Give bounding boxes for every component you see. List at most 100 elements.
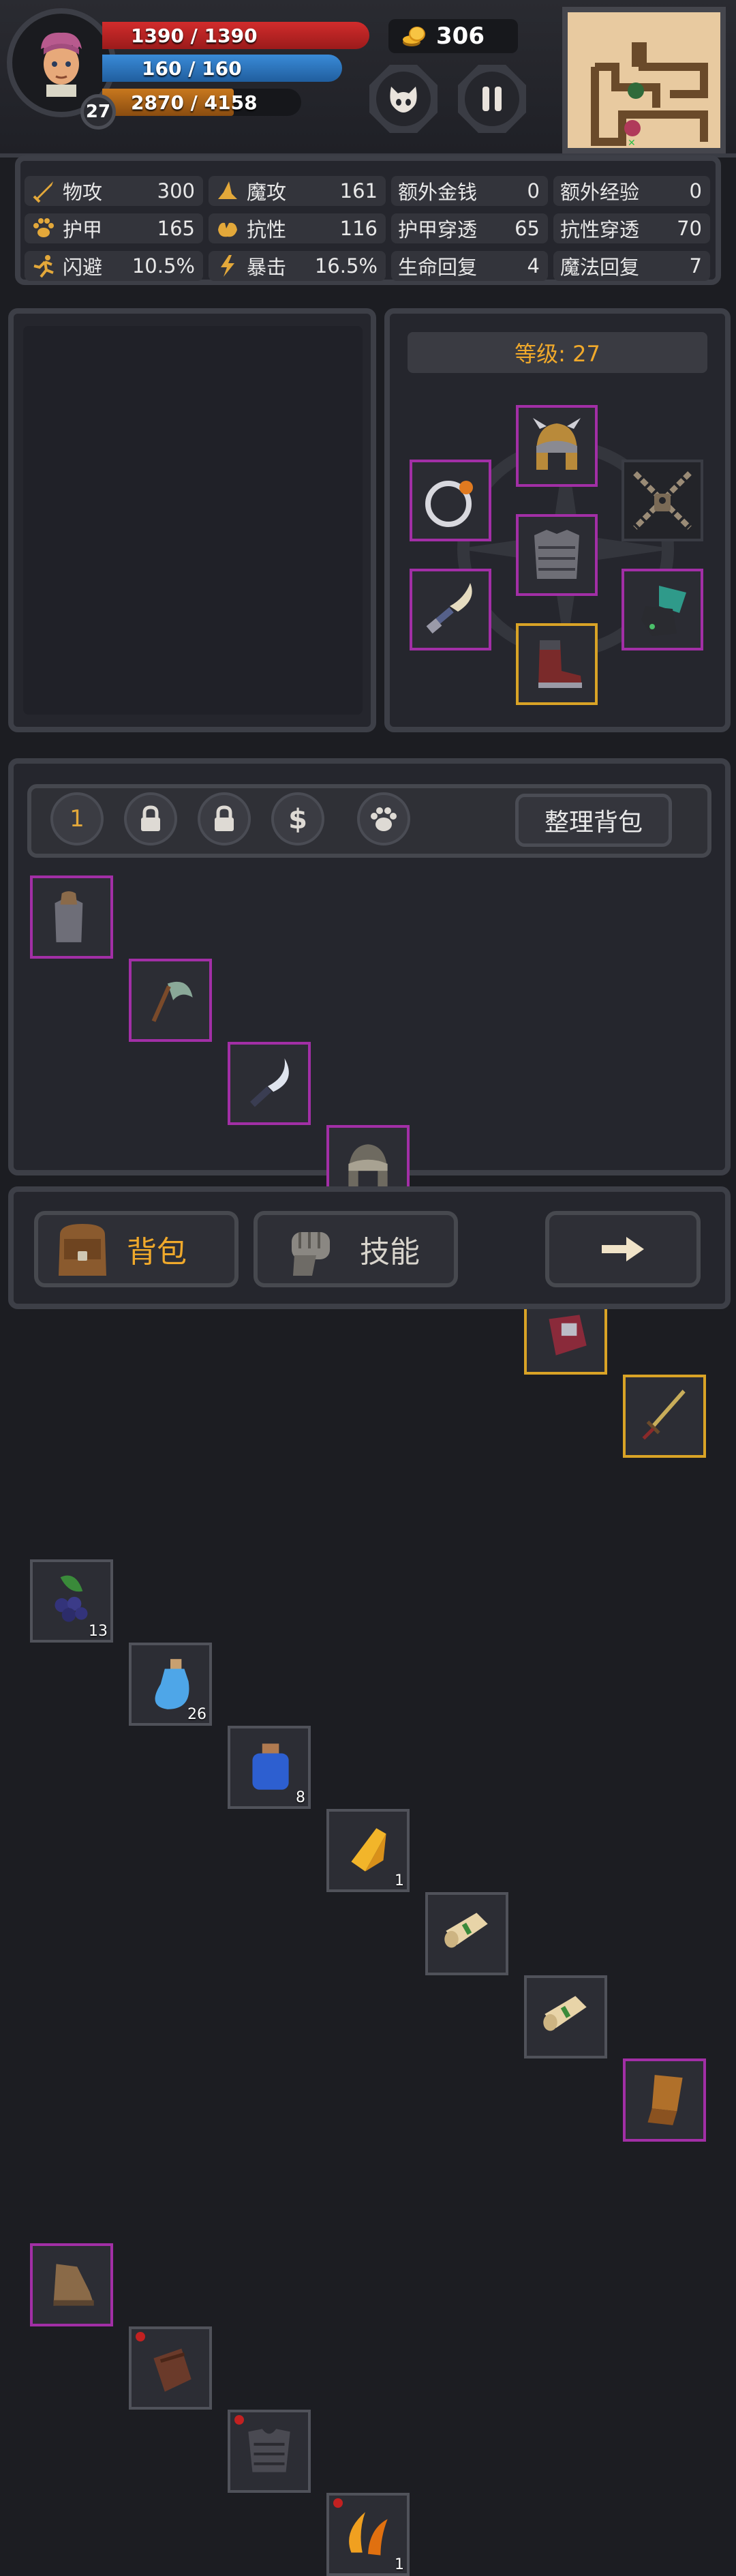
running-icon bbox=[33, 255, 54, 278]
minimap-npc-marker bbox=[628, 83, 644, 99]
inventory-item[interactable]: 13 bbox=[30, 1559, 113, 1643]
equip-slot-ring[interactable] bbox=[410, 460, 491, 541]
arrow-right-icon bbox=[602, 1237, 644, 1261]
skill-label: 技能 bbox=[360, 1235, 420, 1270]
sort-inventory-button[interactable]: 整理背包 bbox=[515, 794, 672, 847]
stat-label: 额外经验 bbox=[560, 181, 640, 204]
xp-text: 2870 / 4158 bbox=[131, 91, 258, 114]
inventory-item[interactable]: 1 bbox=[326, 2493, 410, 2576]
inventory-item[interactable]: 26 bbox=[129, 1643, 212, 1726]
inventory-item[interactable] bbox=[228, 2410, 311, 2493]
stat-label: 魔法回复 bbox=[560, 256, 640, 279]
inventory-item[interactable] bbox=[30, 875, 113, 959]
stat-label: 护甲穿透 bbox=[398, 218, 478, 241]
stat-5: 抗性 116 bbox=[209, 213, 386, 243]
glove-icon bbox=[549, 1315, 587, 1356]
gauntlet-icon bbox=[641, 586, 686, 636]
inventory-item[interactable] bbox=[623, 1375, 706, 1458]
inventory-item[interactable] bbox=[129, 2326, 212, 2410]
equip-slot-helmet[interactable] bbox=[516, 405, 598, 487]
equip-slot-chest[interactable] bbox=[516, 514, 598, 596]
stat-label: 抗性穿透 bbox=[560, 218, 640, 241]
next-button[interactable] bbox=[545, 1211, 701, 1287]
scroll-icon bbox=[543, 1996, 587, 2031]
level-badge: 27 bbox=[80, 94, 116, 130]
svg-text:✕: ✕ bbox=[628, 138, 636, 148]
boots-icon bbox=[53, 2264, 94, 2306]
muscle-icon bbox=[218, 222, 237, 237]
inventory-item[interactable] bbox=[228, 1042, 311, 1125]
paw-icon bbox=[33, 218, 54, 237]
stat-4: 护甲 165 bbox=[25, 213, 203, 243]
stat-value: 161 bbox=[339, 179, 378, 203]
minimap-maze: ✕ bbox=[591, 42, 708, 149]
stat-11: 魔法回复 7 bbox=[553, 251, 710, 281]
armor-filter-button[interactable] bbox=[357, 792, 410, 845]
skill-button[interactable]: 技能 bbox=[254, 1211, 458, 1287]
stat-value: 165 bbox=[157, 217, 195, 240]
item-count: 1 bbox=[395, 1872, 404, 1889]
stat-1: 魔攻 161 bbox=[209, 176, 386, 206]
lightning-icon bbox=[221, 255, 234, 277]
scale-armor-icon bbox=[248, 2429, 290, 2472]
inventory-item[interactable] bbox=[524, 1975, 607, 2058]
pause-icon bbox=[482, 87, 502, 111]
dollar-icon: $ bbox=[288, 804, 307, 834]
inventory-tab-1[interactable]: 1 bbox=[50, 792, 104, 845]
inventory-item[interactable] bbox=[623, 2058, 706, 2142]
stat-value: 65 bbox=[515, 217, 540, 240]
pet-button[interactable] bbox=[369, 65, 438, 133]
orange-claw-icon bbox=[349, 2512, 388, 2556]
axe-icon bbox=[151, 981, 193, 1022]
stat-label: 魔攻 bbox=[247, 181, 287, 204]
equip-slot-boots[interactable] bbox=[516, 623, 598, 705]
inventory-item[interactable] bbox=[425, 1892, 508, 1975]
cloak-armor-icon bbox=[55, 891, 83, 942]
ring-icon bbox=[425, 481, 473, 527]
pause-button[interactable] bbox=[458, 65, 526, 133]
sword-icon bbox=[33, 181, 53, 203]
stat-0: 物攻 300 bbox=[25, 176, 203, 206]
inventory-item[interactable]: 8 bbox=[228, 1726, 311, 1809]
stat-value: 10.5% bbox=[132, 254, 195, 278]
inventory-item[interactable] bbox=[129, 959, 212, 1042]
stat-label: 抗性 bbox=[247, 218, 287, 241]
stat-value: 7 bbox=[689, 254, 702, 278]
inventory-item[interactable]: 1 bbox=[326, 1809, 410, 1892]
new-item-dot bbox=[333, 2498, 343, 2508]
gold-shard-icon bbox=[351, 1828, 386, 1872]
equip-slot-weapon[interactable] bbox=[410, 569, 491, 650]
bag-button[interactable]: 背包 bbox=[34, 1211, 239, 1287]
hp-bar: 1390 / 1390 bbox=[102, 22, 369, 49]
stat-2: 额外金钱 0 bbox=[391, 176, 548, 206]
minimap-player-marker bbox=[624, 120, 641, 136]
minimap[interactable]: ✕ bbox=[562, 7, 726, 153]
stat-6: 护甲穿透 65 bbox=[391, 213, 548, 243]
inventory-tab-locked-2[interactable] bbox=[124, 792, 177, 845]
stat-value: 4 bbox=[527, 254, 540, 278]
curved-dagger-icon bbox=[249, 1058, 289, 1107]
boots-icon bbox=[538, 640, 582, 688]
character-preview-area bbox=[23, 326, 363, 715]
inventory-item[interactable] bbox=[30, 2243, 113, 2326]
lock-icon bbox=[141, 805, 160, 831]
stat-9: 暴击 16.5% bbox=[209, 251, 386, 281]
sword-icon bbox=[642, 1390, 686, 1440]
locked-chain-icon bbox=[633, 471, 692, 530]
equipment-level-label: 等级: 27 bbox=[408, 332, 707, 373]
pet-face-icon bbox=[390, 87, 417, 113]
equip-slot-locked[interactable] bbox=[622, 460, 703, 541]
sell-button[interactable]: $ bbox=[271, 792, 324, 845]
gold-amount: 306 bbox=[436, 23, 485, 50]
inventory-tab-locked-3[interactable] bbox=[198, 792, 251, 845]
helmet-icon bbox=[533, 418, 581, 470]
wizard-hat-icon bbox=[218, 181, 237, 199]
equip-slot-gloves[interactable] bbox=[622, 569, 703, 650]
new-item-dot bbox=[136, 2332, 145, 2341]
potion-blue-icon bbox=[252, 1743, 289, 1790]
hero-portrait-icon bbox=[41, 32, 82, 97]
stat-value: 116 bbox=[339, 217, 378, 240]
fist-icon bbox=[292, 1232, 330, 1276]
item-count: 1 bbox=[395, 2556, 404, 2573]
stat-label: 额外金钱 bbox=[398, 181, 478, 204]
